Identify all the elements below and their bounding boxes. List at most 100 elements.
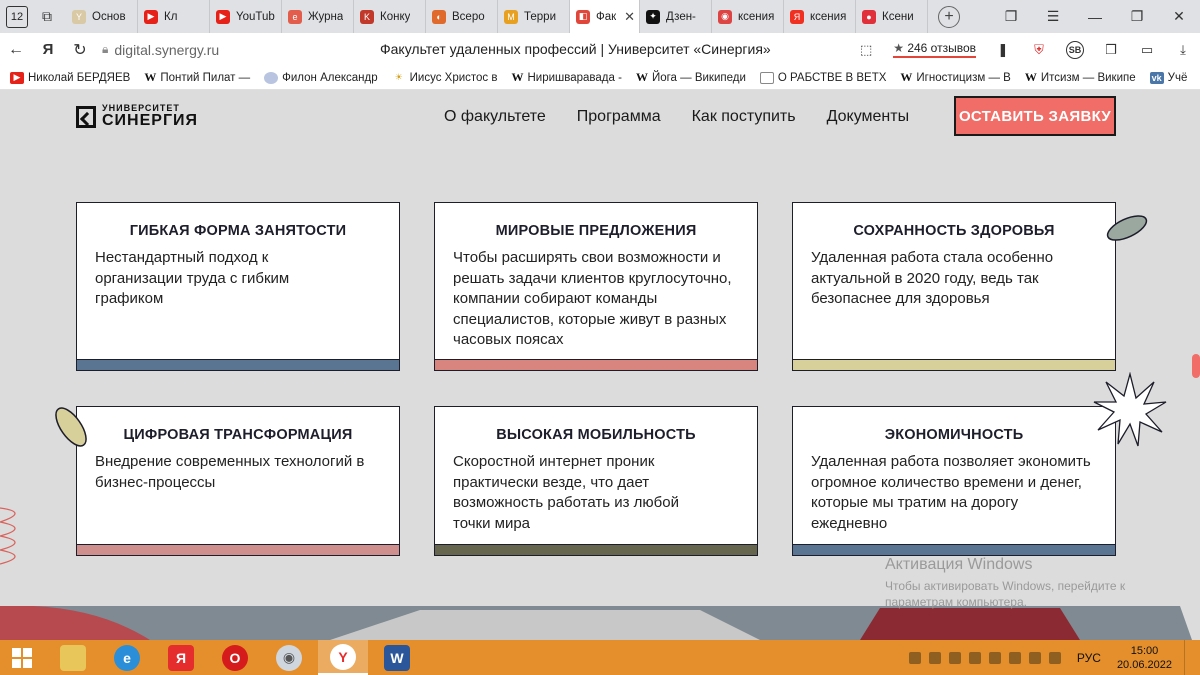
browser-tab[interactable]: Y Основ	[66, 0, 138, 33]
wikipedia-icon: W	[635, 70, 648, 84]
address-bar-actions: ⬚ ★ 246 отзывов ❚ ⛨ SB ❒ ▭ ⤓	[857, 33, 1192, 66]
reload-icon[interactable]: ↻	[64, 40, 96, 60]
document-icon	[759, 71, 774, 84]
tray-app-icon[interactable]	[968, 651, 981, 664]
page-scrollbar-thumb[interactable]	[1192, 354, 1200, 378]
feature-card-title: ЦИФРОВАЯ ТРАНСФОРМАЦИЯ	[123, 427, 353, 443]
bookmark-icon[interactable]: ❚	[994, 41, 1012, 59]
bookmark-label: Филон Александр	[282, 71, 378, 84]
bookmarks-bar: ▶ Николай БЕРДЯЕВ W Понтий Пилат — Филон Але…	[0, 66, 1200, 90]
bookmark-item[interactable]: W Итсизм — Википе	[1025, 70, 1136, 85]
minimize-button[interactable]: —	[1074, 0, 1116, 33]
system-clock[interactable]: 15:00 20.06.2022	[1117, 644, 1172, 672]
feature-card-title: ГИБКАЯ ФОРМА ЗАНЯТОСТИ	[129, 223, 347, 239]
browser-tab[interactable]: K Конку	[354, 0, 426, 33]
tab-favicon-icon: ●	[862, 9, 876, 24]
bookmark-item[interactable]: W Игностицизм — В	[900, 70, 1010, 85]
browser-tab[interactable]: M Терри	[498, 0, 570, 33]
extension-icon[interactable]: ⬚	[857, 41, 875, 59]
tab-title: Дзен-	[666, 10, 696, 23]
feature-card-text: Чтобы расширять свои возможности и решат…	[453, 249, 732, 348]
taskbar-media[interactable]: ◉	[264, 640, 314, 675]
tray-app-icon[interactable]	[928, 651, 941, 664]
url-field[interactable]: 🔒︎ digital.synergy.ru	[102, 42, 219, 58]
bookmark-item[interactable]: W Йога — Википеди	[636, 70, 746, 85]
tab-title: YouTub	[236, 10, 275, 23]
tab-counter-button[interactable]: 12	[6, 5, 28, 28]
browser-tab[interactable]: ▶ YouTub	[210, 0, 282, 33]
tab-title: ксения	[810, 10, 847, 23]
close-tab-icon[interactable]: ✕	[624, 9, 635, 25]
tray-app-icon[interactable]	[908, 651, 921, 664]
nav-program[interactable]: Программа	[577, 108, 661, 126]
windows-activation-watermark: Активация Windows Чтобы активировать Win…	[885, 556, 1125, 610]
tab-title: Кл	[164, 10, 178, 23]
reviews-count: 246 отзывов	[907, 41, 976, 55]
tray-volume-icon[interactable]	[1008, 651, 1021, 664]
show-desktop-button[interactable]	[1184, 640, 1190, 675]
bookmark-label: Иисус Христос в	[409, 71, 498, 84]
synergy-logo[interactable]: УНИВЕРСИТЕТ СИНЕРГИЯ	[76, 104, 198, 129]
close-window-button[interactable]: ✕	[1158, 0, 1200, 33]
bookmark-item[interactable]: W Ниришваравада -	[511, 70, 621, 85]
nav-how-to-apply[interactable]: Как поступить	[692, 108, 796, 126]
sb-extension-icon[interactable]: SB	[1066, 40, 1084, 59]
taskbar-yandex-browser[interactable]: Y	[318, 640, 368, 675]
tray-network-icon[interactable]	[988, 651, 1001, 664]
feature-card-text: Удаленная работа стала особенно актуальн…	[811, 249, 1054, 307]
browser-tab[interactable]: ▶ Кл	[138, 0, 210, 33]
tabs-menu-icon[interactable]: ❐	[990, 0, 1032, 33]
nav-about-faculty[interactable]: О факультете	[444, 108, 546, 126]
bookmark-item[interactable]: vk Учё	[1149, 71, 1187, 84]
browser-menu-icon[interactable]: ☰	[1032, 0, 1074, 33]
tray-app-icon[interactable]	[948, 651, 961, 664]
submit-application-button[interactable]: ОСТАВИТЬ ЗАЯВКУ	[954, 96, 1116, 136]
bookmark-item[interactable]: W Понтий Пилат —	[144, 70, 250, 85]
taskbar-yandex[interactable]: Я	[156, 640, 206, 675]
back-arrow-icon[interactable]: ←	[0, 41, 32, 59]
new-tab-button[interactable]: +	[938, 5, 960, 28]
browser-tab[interactable]: ◉ ксения	[712, 0, 784, 33]
tab-manager-icon[interactable]: ⧉	[34, 6, 60, 28]
tab-favicon-icon: ◧	[576, 9, 590, 24]
wikipedia-icon: W	[900, 70, 913, 84]
taskbar-opera[interactable]: O	[210, 640, 260, 675]
browser-tab[interactable]: Яксения	[784, 0, 856, 33]
bookmark-item[interactable]: ▶ Николай БЕРДЯЕВ	[10, 71, 130, 84]
bookmark-label: Итсизм — Википе	[1040, 71, 1136, 84]
browser-tab[interactable]: ✦ Дзен-	[640, 0, 712, 33]
taskbar-file-explorer[interactable]	[48, 640, 98, 675]
tab-favicon-icon: ▶	[216, 9, 230, 24]
tab-title: Журна	[308, 10, 344, 23]
taskbar-word[interactable]: W	[372, 640, 422, 675]
clock-date: 20.06.2022	[1116, 658, 1172, 671]
nav-documents[interactable]: Документы	[827, 108, 909, 126]
bookmark-item[interactable]: Филон Александр	[264, 71, 378, 84]
tab-favicon-icon: ◉	[718, 9, 732, 24]
tab-favicon-icon: Y	[72, 9, 86, 24]
reviews-badge[interactable]: ★ 246 отзывов	[893, 41, 976, 58]
yandex-logo-icon[interactable]: Я	[32, 41, 64, 58]
language-indicator[interactable]: РУС	[1077, 651, 1101, 665]
tab-favicon-icon: Я	[790, 9, 804, 24]
tab-favicon-icon: ✦	[646, 9, 660, 24]
browser-tab[interactable]: ◐ Всеро	[426, 0, 498, 33]
tray-battery-icon[interactable]	[1048, 651, 1061, 664]
browser-tab[interactable]: ◧ Фак ✕	[570, 0, 640, 33]
screenshot-icon[interactable]: ▭	[1138, 41, 1156, 59]
start-button[interactable]	[0, 640, 44, 675]
collections-icon[interactable]: ❒	[1102, 41, 1120, 59]
bookmark-item[interactable]: О РАБСТВЕ В ВЕТХ	[759, 71, 887, 84]
restore-button[interactable]: ❐	[1116, 0, 1158, 33]
taskbar-internet-explorer[interactable]: e	[102, 640, 152, 675]
tray-keyboard-icon[interactable]	[1028, 651, 1041, 664]
protect-shield-icon[interactable]: ⛨	[1030, 41, 1048, 59]
download-icon[interactable]: ⤓	[1174, 41, 1192, 59]
feature-card: МИРОВЫЕ ПРЕДЛОЖЕНИЯ Чтобы расширять свои…	[434, 202, 758, 371]
browser-tab[interactable]: e Журна	[282, 0, 354, 33]
browser-tab[interactable]: ● Ксени	[856, 0, 928, 33]
bookmark-label: О РАБСТВЕ В ВЕТХ	[777, 71, 887, 84]
bookmark-item[interactable]: ☀ Иисус Христос в	[392, 72, 498, 84]
tab-favicon-icon: ▶	[144, 9, 158, 24]
feature-card-title: СОХРАННОСТЬ ЗДОРОВЬЯ	[853, 223, 1055, 239]
